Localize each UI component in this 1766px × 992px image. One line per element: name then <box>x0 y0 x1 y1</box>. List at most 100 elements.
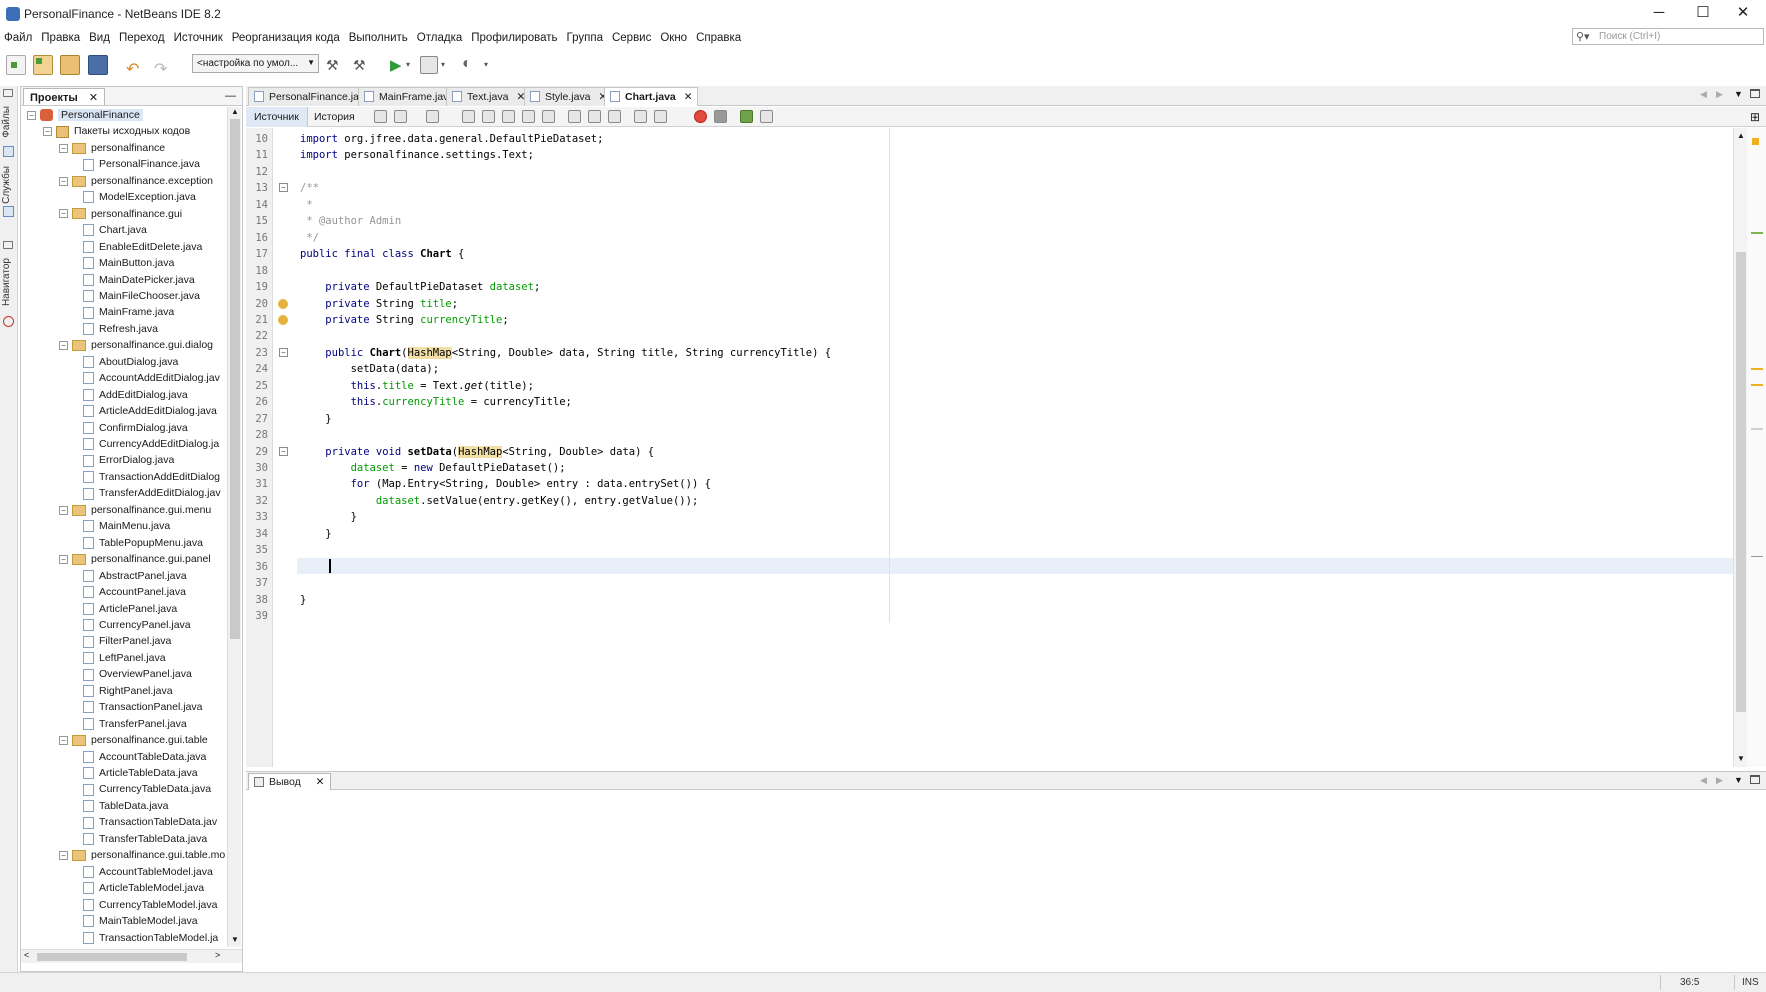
menu-item[interactable]: Группа <box>567 32 603 44</box>
editor-tab[interactable]: Chart.java ✕ <box>604 87 698 106</box>
shift-right-icon[interactable] <box>654 110 667 123</box>
run-icon[interactable]: ▶ <box>390 56 402 74</box>
new-file-icon[interactable] <box>6 55 26 75</box>
menu-item[interactable]: Источник <box>174 32 223 44</box>
collapse-toggle-icon[interactable]: − <box>59 209 68 219</box>
comment-icon[interactable] <box>740 110 753 123</box>
scroll-down-icon[interactable]: ▼ <box>231 935 239 944</box>
tree-file-item[interactable]: AboutDialog.java <box>83 354 178 370</box>
menu-item[interactable]: Отладка <box>417 32 462 44</box>
tree-file-item[interactable]: Chart.java <box>83 222 147 238</box>
tree-file-item[interactable]: OverviewPanel.java <box>83 666 192 682</box>
tree-folder-item[interactable]: − personalfinance <box>59 140 165 156</box>
code-line[interactable]: for (Map.Entry<String, Double> entry : d… <box>300 476 711 492</box>
tree-file-item[interactable]: RightPanel.java <box>83 683 173 699</box>
scroll-right-icon[interactable]: > <box>215 950 220 960</box>
maximize-output-icon[interactable] <box>1750 775 1760 784</box>
tree-file-item[interactable]: TransactionTableData.jav <box>83 814 217 830</box>
tab-list-icon[interactable]: ▼ <box>1734 89 1743 99</box>
output-scroll-left-icon[interactable]: ◀ <box>1700 775 1707 786</box>
scroll-down-icon[interactable]: ▼ <box>1737 754 1745 763</box>
tree-file-item[interactable]: ArticleAddEditDialog.java <box>83 403 217 419</box>
code-line[interactable]: } <box>300 509 357 525</box>
files-icon[interactable] <box>3 146 14 157</box>
tree-folder-item[interactable]: − personalfinance.gui.table.mo <box>59 847 225 863</box>
profile-dropdown-icon[interactable]: ▾ <box>484 60 488 69</box>
warning-bulb-icon[interactable] <box>278 298 288 309</box>
find-icon[interactable] <box>462 110 475 123</box>
previous-bookmark-icon[interactable] <box>568 110 581 123</box>
find-previous-icon[interactable] <box>482 110 495 123</box>
restore-window-icon[interactable] <box>3 241 13 249</box>
code-line[interactable]: public final class Chart { <box>300 246 464 262</box>
menu-item[interactable]: Профилировать <box>471 32 557 44</box>
undo-icon[interactable]: ↶ <box>126 59 139 79</box>
tab-scroll-right-icon[interactable]: ▶ <box>1716 89 1723 100</box>
tree-file-item[interactable]: PersonalFinance.java <box>83 156 200 172</box>
next-bookmark-icon[interactable] <box>588 110 601 123</box>
code-line[interactable]: * <box>300 197 312 213</box>
code-line[interactable]: } <box>300 526 331 542</box>
warning-summary-icon[interactable] <box>1752 138 1759 145</box>
history-view-tab[interactable]: История <box>306 107 363 127</box>
tree-file-item[interactable]: ArticleTableModel.java <box>83 880 204 896</box>
tree-folder-item[interactable]: − PersonalFinance <box>27 107 143 123</box>
tree-file-item[interactable]: AccountAddEditDialog.jav <box>83 370 220 386</box>
save-all-icon[interactable] <box>88 55 108 75</box>
fold-toggle-icon[interactable]: − <box>279 183 288 193</box>
tree-file-item[interactable]: AccountTableModel.java <box>83 864 213 880</box>
tree-file-item[interactable]: ConfirmDialog.java <box>83 420 188 436</box>
tree-file-item[interactable]: AccountPanel.java <box>83 584 186 600</box>
tree-file-item[interactable]: FilterPanel.java <box>83 633 171 649</box>
menu-item[interactable]: Реорганизация кода <box>232 32 340 44</box>
maximize-editor-icon[interactable] <box>1750 89 1760 98</box>
menu-item[interactable]: Вид <box>89 32 110 44</box>
menu-item[interactable]: Выполнить <box>349 32 408 44</box>
collapse-toggle-icon[interactable]: − <box>59 143 68 153</box>
editor-vertical-scrollbar[interactable]: ▲ ▼ <box>1733 128 1747 767</box>
tree-file-item[interactable]: TransferAddEditDialog.jav <box>83 485 221 501</box>
code-line[interactable]: dataset = new DefaultPieDataset(); <box>300 460 566 476</box>
code-line[interactable]: private String title; <box>300 296 458 312</box>
tree-file-item[interactable]: ModelException.java <box>83 189 196 205</box>
minimize-panel-icon[interactable]: — <box>225 90 236 102</box>
close-icon[interactable]: ✕ <box>89 92 98 104</box>
collapse-toggle-icon[interactable]: − <box>59 735 68 745</box>
tree-folder-item[interactable]: − personalfinance.gui.menu <box>59 502 211 518</box>
menu-item[interactable]: Справка <box>696 32 741 44</box>
forward-icon[interactable] <box>426 110 439 123</box>
menu-item[interactable]: Сервис <box>612 32 651 44</box>
scroll-left-icon[interactable]: < <box>24 950 29 960</box>
services-icon[interactable] <box>3 206 14 217</box>
editor-tab[interactable]: Text.java ✕ <box>446 87 531 106</box>
debug-icon[interactable] <box>420 56 438 74</box>
tab-scroll-left-icon[interactable]: ◀ <box>1700 89 1707 100</box>
code-editor[interactable]: import org.jfree.data.general.DefaultPie… <box>297 128 1733 767</box>
tree-file-item[interactable]: MainFileChooser.java <box>83 288 200 304</box>
tree-file-item[interactable]: TableData.java <box>83 798 168 814</box>
output-scroll-right-icon[interactable]: ▶ <box>1716 775 1723 786</box>
warning-mark[interactable] <box>1751 368 1763 370</box>
tree-horizontal-scrollbar[interactable]: < > <box>21 949 242 963</box>
code-line[interactable]: } <box>300 592 306 608</box>
clean-build-icon[interactable]: ⚒ <box>353 57 366 74</box>
collapse-toggle-icon[interactable]: − <box>59 850 68 860</box>
stop-macro-icon[interactable] <box>714 110 727 123</box>
rectangular-selection-icon[interactable] <box>542 110 555 123</box>
search-input[interactable]: ⚲▾ Поиск (Ctrl+I) <box>1572 28 1764 45</box>
configuration-select[interactable]: <настройка по умол... ▼ <box>192 54 319 73</box>
tree-folder-item[interactable]: − personalfinance.gui.table <box>59 732 208 748</box>
code-line[interactable]: import personalfinance.settings.Text; <box>300 147 534 163</box>
tree-file-item[interactable]: TransactionPanel.java <box>83 699 203 715</box>
code-line[interactable]: setData(data); <box>300 361 440 377</box>
code-line[interactable]: public Chart(HashMap<String, Double> dat… <box>300 345 831 361</box>
toggle-highlight-icon[interactable] <box>522 110 535 123</box>
tree-file-item[interactable]: MainDatePicker.java <box>83 272 195 288</box>
toggle-bookmark-icon[interactable] <box>608 110 621 123</box>
code-line[interactable]: import org.jfree.data.general.DefaultPie… <box>300 131 603 147</box>
find-next-icon[interactable] <box>502 110 515 123</box>
debug-dropdown-icon[interactable]: ▾ <box>441 60 445 69</box>
fold-toggle-icon[interactable]: − <box>279 446 288 456</box>
warning-bulb-icon[interactable] <box>278 314 288 325</box>
close-icon[interactable]: ✕ <box>684 91 693 103</box>
